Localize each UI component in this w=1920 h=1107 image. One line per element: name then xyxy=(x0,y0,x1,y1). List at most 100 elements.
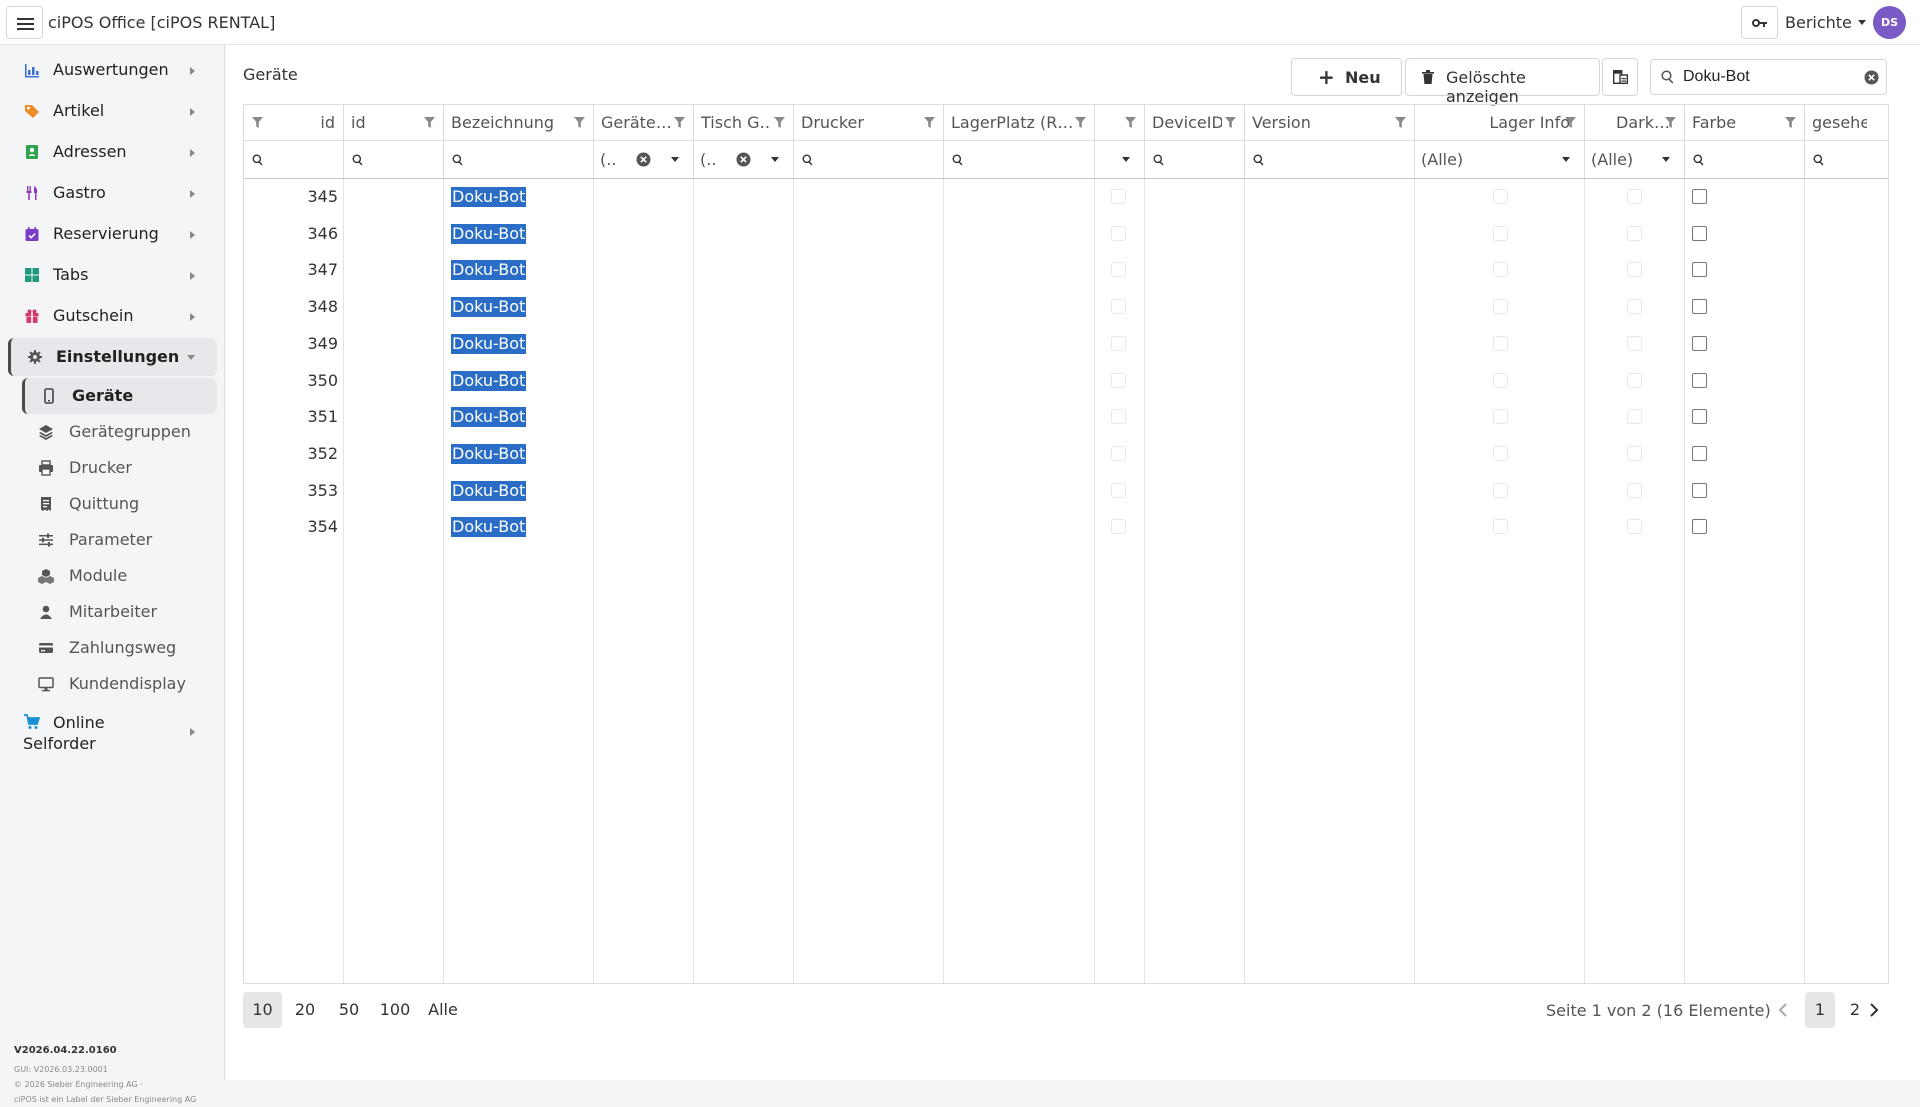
column-header-5[interactable]: Drucker xyxy=(794,105,944,140)
page-size-50[interactable]: 50 xyxy=(332,992,366,1028)
farbe-checkbox[interactable] xyxy=(1692,372,1707,388)
sidebar-subitem-quittung[interactable]: Quittung xyxy=(22,486,217,522)
filter-cell-0[interactable] xyxy=(244,141,344,178)
column-header-9[interactable]: Version xyxy=(1245,105,1415,140)
sidebar-item-artikel[interactable]: Artikel xyxy=(8,92,217,130)
sidebar-subitem-zahlungsweg[interactable]: Zahlungsweg xyxy=(22,630,217,666)
sidebar-subitem-geraete[interactable]: Geräte xyxy=(22,378,217,414)
filter-icon[interactable] xyxy=(1665,117,1676,128)
filter-icon[interactable] xyxy=(1785,117,1796,128)
column-header-4[interactable]: Tisch G… xyxy=(694,105,794,140)
farbe-checkbox[interactable] xyxy=(1692,262,1707,278)
table-row[interactable]: 353 Doku-Bot xyxy=(244,473,1888,509)
sidebar-item-adressen[interactable]: Adressen xyxy=(8,133,217,171)
table-row[interactable]: 354 Doku-Bot xyxy=(244,509,1888,545)
filter-icon[interactable] xyxy=(252,117,263,128)
column-chooser-button[interactable] xyxy=(1602,58,1638,96)
table-row[interactable]: 350 Doku-Bot xyxy=(244,363,1888,399)
sidebar-item-gastro[interactable]: Gastro xyxy=(8,174,217,212)
filter-cell-10[interactable]: (Alle) xyxy=(1415,141,1585,178)
filter-cell-5[interactable] xyxy=(794,141,944,178)
farbe-checkbox[interactable] xyxy=(1692,225,1707,241)
page-button-1[interactable]: 1 xyxy=(1805,992,1835,1028)
column-header-8[interactable]: DeviceID xyxy=(1145,105,1245,140)
clear-filter-icon[interactable] xyxy=(636,152,651,167)
filter-cell-11[interactable]: (Alle) xyxy=(1585,141,1685,178)
filter-icon[interactable] xyxy=(574,117,585,128)
menu-toggle-button[interactable] xyxy=(6,6,43,39)
filter-cell-13[interactable] xyxy=(1805,141,1888,178)
filter-cell-8[interactable] xyxy=(1145,141,1245,178)
filter-cell-4[interactable]: (.. xyxy=(694,141,794,178)
column-header-13[interactable]: gesehen xyxy=(1805,105,1888,140)
sidebar-subitem-mitarbeiter[interactable]: Mitarbeiter xyxy=(22,594,217,630)
table-row[interactable]: 347 Doku-Bot xyxy=(244,252,1888,288)
filter-icon[interactable] xyxy=(424,117,435,128)
column-header-7[interactable] xyxy=(1095,105,1145,140)
page-button-2[interactable]: 2 xyxy=(1840,992,1870,1028)
page-size-all[interactable]: Alle xyxy=(423,992,463,1028)
table-row[interactable]: 349 Doku-Bot xyxy=(244,326,1888,362)
filter-cell-2[interactable] xyxy=(444,141,594,178)
filter-icon[interactable] xyxy=(774,117,785,128)
table-row[interactable]: 351 Doku-Bot xyxy=(244,399,1888,435)
new-button[interactable]: + Neu xyxy=(1291,58,1402,96)
farbe-checkbox[interactable] xyxy=(1692,482,1707,498)
column-header-2[interactable]: Bezeichnung xyxy=(444,105,594,140)
table-row[interactable]: 352 Doku-Bot xyxy=(244,436,1888,472)
filter-cell-7[interactable] xyxy=(1095,141,1145,178)
key-button[interactable] xyxy=(1741,6,1778,39)
page-size-20[interactable]: 20 xyxy=(288,992,322,1028)
clear-search-icon[interactable] xyxy=(1864,70,1879,85)
filter-icon[interactable] xyxy=(1225,117,1236,128)
column-header-3[interactable]: Geräte… xyxy=(594,105,694,140)
sidebar-subitem-parameter[interactable]: Parameter xyxy=(22,522,217,558)
chevron-right-icon[interactable] xyxy=(1869,1003,1879,1017)
sidebar-item-reservierung[interactable]: Reservierung xyxy=(8,215,217,253)
filter-cell-1[interactable] xyxy=(344,141,444,178)
sidebar-subitem-module[interactable]: Module xyxy=(22,558,217,594)
farbe-checkbox[interactable] xyxy=(1692,409,1707,425)
table-row[interactable]: 348 Doku-Bot xyxy=(244,289,1888,325)
sidebar-subitem-geraetegruppen[interactable]: Gerätegruppen xyxy=(22,414,217,450)
page-size-100[interactable]: 100 xyxy=(374,992,416,1028)
column-header-6[interactable]: LagerPlatz (R… xyxy=(944,105,1095,140)
filter-cell-6[interactable] xyxy=(944,141,1095,178)
filter-cell-9[interactable] xyxy=(1245,141,1415,178)
sidebar-item-einstellungen[interactable]: Einstellungen xyxy=(8,338,217,376)
table-row[interactable]: 345 Doku-Bot xyxy=(244,179,1888,215)
farbe-checkbox[interactable] xyxy=(1692,299,1707,315)
filter-cell-12[interactable] xyxy=(1685,141,1805,178)
caret-down-icon xyxy=(1122,157,1130,162)
farbe-checkbox[interactable] xyxy=(1692,445,1707,461)
filter-icon[interactable] xyxy=(1125,117,1136,128)
reports-menu[interactable]: Berichte xyxy=(1785,13,1866,32)
sidebar-item-gutschein[interactable]: Gutschein xyxy=(8,297,217,335)
clear-filter-icon[interactable] xyxy=(736,152,751,167)
filter-icon[interactable] xyxy=(674,117,685,128)
sidebar-item-tabs[interactable]: Tabs xyxy=(8,256,217,294)
chevron-left-icon[interactable] xyxy=(1778,1003,1788,1017)
farbe-checkbox[interactable] xyxy=(1692,519,1707,535)
table-row[interactable]: 346 Doku-Bot xyxy=(244,216,1888,252)
sidebar-subitem-drucker[interactable]: Drucker xyxy=(22,450,217,486)
user-avatar[interactable]: DS xyxy=(1873,6,1906,39)
search-input[interactable] xyxy=(1683,67,1853,87)
show-deleted-button[interactable]: Gelöschte anzeigen xyxy=(1405,58,1600,106)
farbe-checkbox[interactable] xyxy=(1692,189,1707,204)
filter-icon[interactable] xyxy=(1395,117,1406,128)
filter-cell-3[interactable]: (.. xyxy=(594,141,694,178)
farbe-checkbox[interactable] xyxy=(1692,335,1707,351)
page-size-10[interactable]: 10 xyxy=(243,992,282,1028)
sidebar-subitem-kundendisplay[interactable]: Kundendisplay xyxy=(22,666,217,702)
filter-icon[interactable] xyxy=(1075,117,1086,128)
sidebar-item-online-selforder[interactable]: Online Selforder xyxy=(8,706,217,756)
column-header-1[interactable]: id xyxy=(344,105,444,140)
filter-icon[interactable] xyxy=(924,117,935,128)
column-header-0[interactable]: id xyxy=(244,105,344,140)
column-header-10[interactable]: Lager Info xyxy=(1415,105,1585,140)
column-header-11[interactable]: Dark… xyxy=(1585,105,1685,140)
filter-icon[interactable] xyxy=(1565,117,1576,128)
sidebar-item-auswertungen[interactable]: Auswertungen xyxy=(8,51,217,89)
column-header-12[interactable]: Farbe xyxy=(1685,105,1805,140)
